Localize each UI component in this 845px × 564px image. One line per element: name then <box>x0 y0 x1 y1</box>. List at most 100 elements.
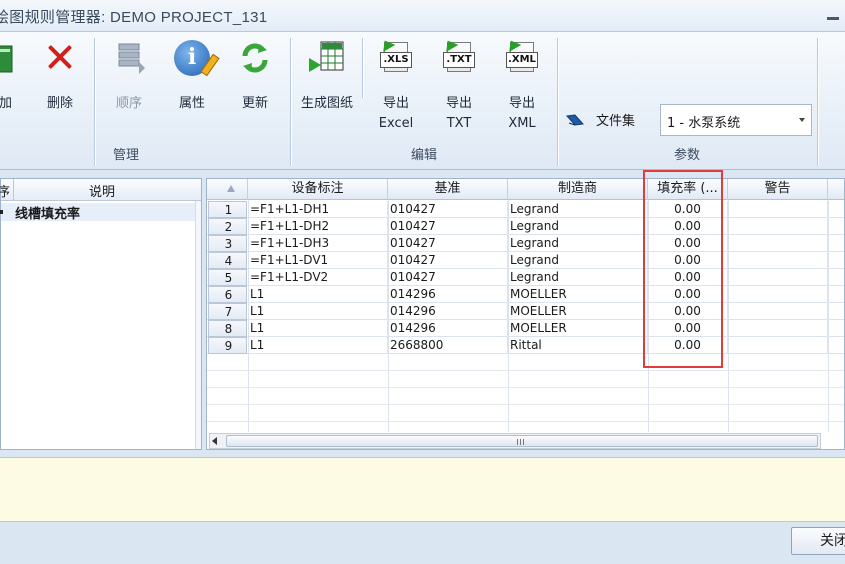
grid-line <box>508 200 509 432</box>
cell-ref[interactable]: 010427 <box>388 218 508 235</box>
cell-maker[interactable]: Legrand <box>508 269 648 286</box>
table-row[interactable]: 8 L1 014296 MOELLER 0.00 <box>207 320 844 337</box>
delete-button[interactable]: 删除 <box>32 40 88 114</box>
cell-tag[interactable]: =F1+L1-DH3 <box>248 235 388 252</box>
book-icon <box>565 114 585 126</box>
export-txt-button[interactable]: .TXT 导出 TXT <box>431 37 487 134</box>
row-number[interactable]: 5 <box>208 269 247 286</box>
table-row[interactable]: 2 =F1+L1-DH2 010427 Legrand 0.00 <box>207 218 844 235</box>
cell-ref[interactable]: 014296 <box>388 286 508 303</box>
cell-tag[interactable]: =F1+L1-DH2 <box>248 218 388 235</box>
export-excel-label-2: Excel <box>378 116 414 131</box>
table-row[interactable]: 6 L1 014296 MOELLER 0.00 <box>207 286 844 303</box>
fileset-dropdown[interactable]: 1 - 水泵系统 <box>660 104 812 136</box>
chevron-down-icon[interactable] <box>799 118 805 122</box>
refresh-button[interactable]: 更新 <box>227 40 283 114</box>
rules-list-header: 序 说明 <box>0 179 201 201</box>
xml-file-icon: .XML <box>504 37 540 76</box>
grid-line <box>828 200 829 432</box>
col-desc-header[interactable]: 说明 <box>89 181 115 200</box>
table-row[interactable]: 7 L1 014296 MOELLER 0.00 <box>207 303 844 320</box>
row-number[interactable]: 7 <box>208 303 247 320</box>
row-number[interactable]: 9 <box>208 337 247 354</box>
row-number-header[interactable] <box>207 179 248 200</box>
cell-ref[interactable]: 2668800 <box>388 337 508 354</box>
fill-rate-highlight <box>643 170 723 368</box>
cell-ref[interactable]: 014296 <box>388 303 508 320</box>
col-maker-header[interactable]: 制造商 <box>508 179 648 200</box>
vertical-scrollbar[interactable] <box>195 201 201 449</box>
cell-tag[interactable]: L1 <box>248 337 388 354</box>
table-row[interactable]: 1 =F1+L1-DH1 010427 Legrand 0.00 <box>207 201 844 218</box>
order-button[interactable]: 顺序 <box>101 40 157 114</box>
row-number[interactable]: 1 <box>208 201 247 218</box>
generate-drawings-icon <box>309 40 345 76</box>
cell-tag[interactable]: =F1+L1-DV1 <box>248 252 388 269</box>
title-bar: 绘图规则管理器: DEMO PROJECT_131 <box>0 0 845 32</box>
add-button[interactable]: 加 <box>0 40 26 114</box>
cell-warning[interactable] <box>728 303 828 320</box>
cell-maker[interactable]: MOELLER <box>508 303 648 320</box>
table-row[interactable]: 9 L1 2668800 Rittal 0.00 <box>207 337 844 354</box>
table-row[interactable]: 5 =F1+L1-DV2 010427 Legrand 0.00 <box>207 269 844 286</box>
cell-warning[interactable] <box>728 337 828 354</box>
row-number[interactable]: 4 <box>208 252 247 269</box>
scroll-thumb[interactable] <box>226 435 818 447</box>
cell-maker[interactable]: MOELLER <box>508 320 648 337</box>
export-excel-button[interactable]: .XLS 导出 Excel <box>368 37 424 134</box>
separator <box>94 38 95 166</box>
row-marker <box>0 210 3 214</box>
order-icon <box>111 40 147 76</box>
cell-ref[interactable]: 010427 <box>388 201 508 218</box>
rule-name: 线槽填充率 <box>15 207 81 222</box>
cell-warning[interactable] <box>728 218 828 235</box>
scroll-left-icon[interactable] <box>212 437 217 445</box>
col-order-header[interactable]: 序 <box>0 181 13 200</box>
window-title: 绘图规则管理器: DEMO PROJECT_131 <box>0 9 268 26</box>
xls-file-icon: .XLS <box>378 37 414 76</box>
delete-icon <box>42 40 78 76</box>
properties-button[interactable]: i 属性 <box>164 40 220 114</box>
cell-tag[interactable]: L1 <box>248 320 388 337</box>
export-txt-label-2: TXT <box>446 116 472 131</box>
info-icon: i <box>174 40 220 77</box>
export-xml-button[interactable]: .XML 导出 XML <box>494 37 550 134</box>
cell-maker[interactable]: Legrand <box>508 201 648 218</box>
cell-maker[interactable]: Rittal <box>508 337 648 354</box>
cell-tag[interactable]: =F1+L1-DH1 <box>248 201 388 218</box>
row-number[interactable]: 8 <box>208 320 247 337</box>
horizontal-scrollbar[interactable] <box>209 433 821 449</box>
empty-row <box>207 371 844 388</box>
cell-warning[interactable] <box>728 320 828 337</box>
row-number[interactable]: 3 <box>208 235 247 252</box>
cell-ref[interactable]: 014296 <box>388 320 508 337</box>
cell-tag[interactable]: =F1+L1-DV2 <box>248 269 388 286</box>
table-row[interactable]: 3 =F1+L1-DH3 010427 Legrand 0.00 <box>207 235 844 252</box>
col-tag-header[interactable]: 设备标注 <box>248 179 388 200</box>
cell-tag[interactable]: L1 <box>248 286 388 303</box>
cell-maker[interactable]: Legrand <box>508 218 648 235</box>
table-row[interactable]: 4 =F1+L1-DV1 010427 Legrand 0.00 <box>207 252 844 269</box>
cell-ref[interactable]: 010427 <box>388 235 508 252</box>
empty-row <box>207 388 844 405</box>
cell-ref[interactable]: 010427 <box>388 269 508 286</box>
cell-warning[interactable] <box>728 252 828 269</box>
cell-maker[interactable]: Legrand <box>508 235 648 252</box>
cell-warning[interactable] <box>728 235 828 252</box>
close-button[interactable]: 关闭 <box>791 527 845 555</box>
col-warning-header[interactable]: 警告 <box>728 179 828 200</box>
generate-drawings-button[interactable]: 生成图纸 <box>296 40 358 114</box>
row-number[interactable]: 6 <box>208 286 247 303</box>
minimize-icon[interactable] <box>825 8 839 22</box>
col-ref-header[interactable]: 基准 <box>388 179 508 200</box>
cell-warning[interactable] <box>728 269 828 286</box>
rules-list-item[interactable]: 线槽填充率 <box>0 203 195 222</box>
add-label: 加 <box>0 96 12 111</box>
cell-maker[interactable]: MOELLER <box>508 286 648 303</box>
cell-warning[interactable] <box>728 201 828 218</box>
cell-tag[interactable]: L1 <box>248 303 388 320</box>
cell-ref[interactable]: 010427 <box>388 252 508 269</box>
cell-warning[interactable] <box>728 286 828 303</box>
row-number[interactable]: 2 <box>208 218 247 235</box>
cell-maker[interactable]: Legrand <box>508 252 648 269</box>
